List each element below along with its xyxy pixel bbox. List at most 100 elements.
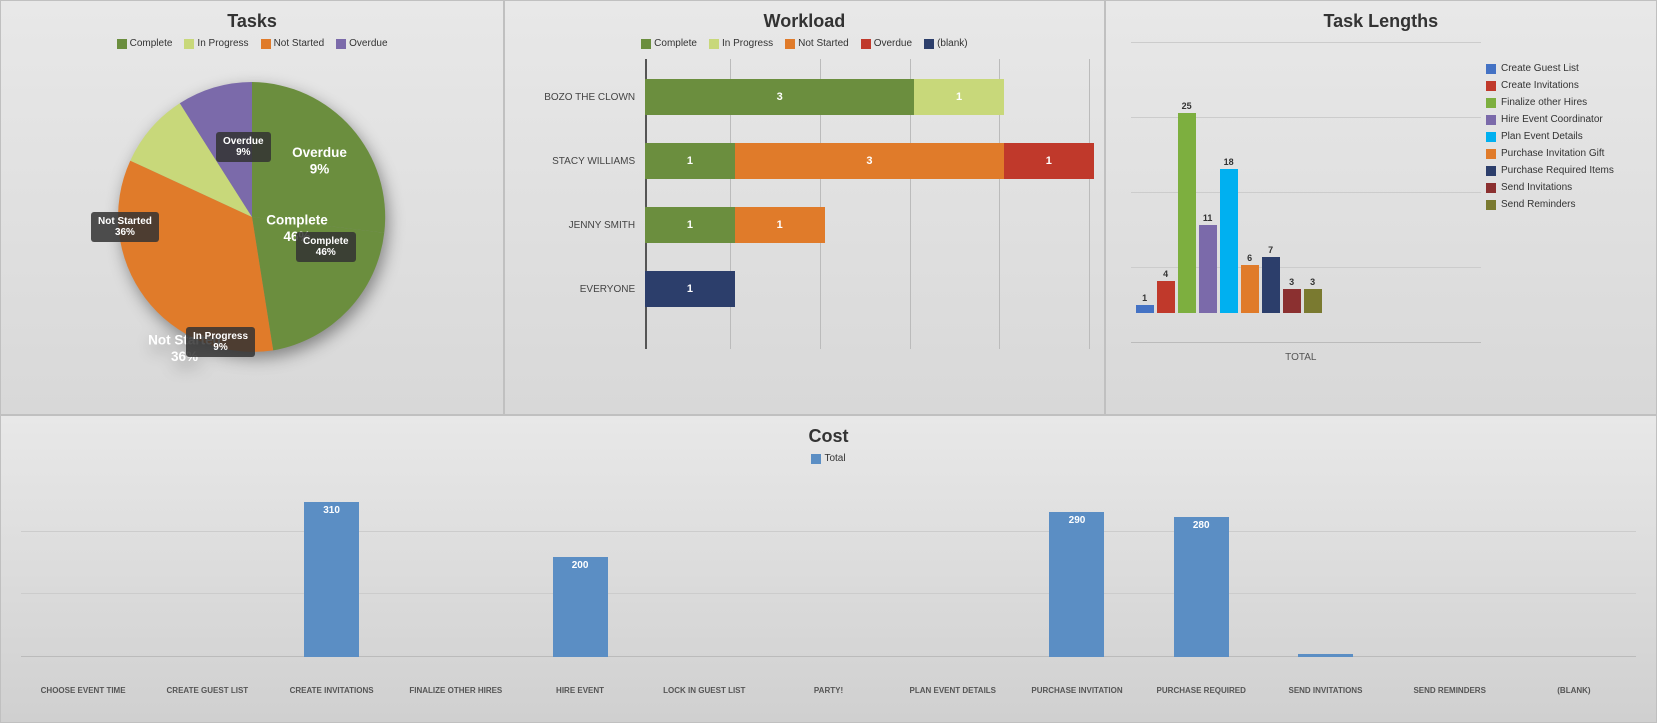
cost-xlabel-send-inv: SEND INVITATIONS xyxy=(1263,686,1387,695)
inprogress-pct: 9% xyxy=(193,342,248,353)
cost-xlabel-finalize: FINALIZE OTHER HIRES xyxy=(394,686,518,695)
tl-label-send-remind: Send Reminders xyxy=(1501,199,1575,210)
workload-legend: Complete In Progress Not Started Overdue… xyxy=(515,38,1094,49)
wl-inprogress: In Progress xyxy=(709,38,773,49)
wl-complete-color xyxy=(641,39,651,49)
tl-label-create-guest: Create Guest List xyxy=(1501,63,1579,74)
bar-create-invitations: 4 xyxy=(1157,269,1175,313)
label-complete: Complete xyxy=(266,213,328,228)
top-row: Tasks Complete In Progress Not Started O… xyxy=(0,0,1657,415)
legend-notstarted-label: Not Started xyxy=(274,38,325,49)
bar-plan-event: 18 xyxy=(1220,157,1238,313)
tl-legend-send-invite: Send Invitations xyxy=(1486,182,1636,193)
label-jenny: JENNY SMITH xyxy=(515,220,645,231)
label-overdue-pct: 9% xyxy=(310,162,330,177)
cost-xlabel-choose: CHOOSE EVENT TIME xyxy=(21,686,145,695)
pie-container: Complete 46% Not Started 36% In Progress… xyxy=(11,57,493,377)
workload-row-jenny: JENNY SMITH 1 1 xyxy=(515,207,1094,243)
cost-xlabel-lock: LOCK IN GUEST LIST xyxy=(642,686,766,695)
bars-everyone: 1 xyxy=(645,271,1094,307)
cost-grid-2 xyxy=(21,531,1636,532)
workload-row-stacy: STACY WILLIAMS 1 3 1 xyxy=(515,143,1094,179)
bar-send-invitations: 3 xyxy=(1283,277,1301,313)
bar-jenny-complete: 1 xyxy=(645,207,735,243)
bars-stacy: 1 3 1 xyxy=(645,143,1094,179)
bar-hire-event: 11 xyxy=(1199,213,1217,313)
bar-purchase-invite-rect xyxy=(1241,265,1259,313)
wl-inprogress-color xyxy=(709,39,719,49)
cost-xlabel-send-rem: SEND REMINDERS xyxy=(1388,686,1512,695)
tl-color-send-invite xyxy=(1486,183,1496,193)
bar-finalize-hires-rect xyxy=(1178,113,1196,313)
bar-create-invitations-rect xyxy=(1157,281,1175,313)
legend-complete-label: Complete xyxy=(130,38,173,49)
cost-bar-purchase-inv: 290 xyxy=(1015,512,1139,657)
cost-bar-purchase-req-rect: 280 xyxy=(1174,517,1229,657)
tl-label-hire: Hire Event Coordinator xyxy=(1501,114,1603,125)
wl-overdue-color xyxy=(861,39,871,49)
tl-label-send-invite: Send Invitations xyxy=(1501,182,1572,193)
dashboard: Tasks Complete In Progress Not Started O… xyxy=(0,0,1657,723)
task-lengths-title: Task Lengths xyxy=(1116,11,1646,32)
tl-color-plan xyxy=(1486,132,1496,142)
workload-panel: Workload Complete In Progress Not Starte… xyxy=(504,0,1105,415)
cost-bar-send-inv-rect xyxy=(1298,654,1353,657)
label-everyone: EVERYONE xyxy=(515,284,645,295)
bar-purchase-required-rect xyxy=(1262,257,1280,313)
cost-bar-hire: 200 xyxy=(518,557,642,657)
task-lengths-chart: 1 4 25 xyxy=(1116,38,1646,378)
task-lengths-legend: Create Guest List Create Invitations Fin… xyxy=(1481,43,1641,373)
bar-send-reminders-rect xyxy=(1304,289,1322,313)
bar-stacy-overdue: 1 xyxy=(1004,143,1094,179)
label-stacy: STACY WILLIAMS xyxy=(515,156,645,167)
bar-finalize-hires: 25 xyxy=(1178,101,1196,313)
tl-legend-purchase-invite: Purchase Invitation Gift xyxy=(1486,148,1636,159)
bar-purchase-required: 7 xyxy=(1262,245,1280,313)
complete-pct: 46% xyxy=(303,247,349,258)
cost-legend: Total xyxy=(21,453,1636,464)
pie-label-notstarted: Not Started 36% xyxy=(91,212,159,242)
cost-bar-purchase-inv-rect: 290 xyxy=(1049,512,1104,657)
tl-legend-plan: Plan Event Details xyxy=(1486,131,1636,142)
legend-inprogress: In Progress xyxy=(184,38,248,49)
cost-xlabel-blank: (BLANK) xyxy=(1512,686,1636,695)
tasks-panel: Tasks Complete In Progress Not Started O… xyxy=(0,0,504,415)
wl-complete-label: Complete xyxy=(654,38,697,49)
pie-label-inprogress: In Progress 9% xyxy=(186,327,255,357)
wl-inprogress-label: In Progress xyxy=(722,38,773,49)
wl-blank-color xyxy=(924,39,934,49)
cost-grid-0 xyxy=(21,656,1636,657)
legend-overdue-label: Overdue xyxy=(349,38,387,49)
bar-chart-area: 1 4 25 xyxy=(1121,43,1481,373)
tl-legend-send-remind: Send Reminders xyxy=(1486,199,1636,210)
tl-legend-hire: Hire Event Coordinator xyxy=(1486,114,1636,125)
cost-bars-container: 310 200 xyxy=(21,472,1636,682)
cost-bar-send-inv xyxy=(1263,654,1387,657)
cost-bar-create-inv-rect: 310 xyxy=(304,502,359,657)
bar-create-guest-list-rect xyxy=(1136,305,1154,313)
bars-jenny: 1 1 xyxy=(645,207,1094,243)
notstarted-pct: 36% xyxy=(98,227,152,238)
wl-overdue: Overdue xyxy=(861,38,912,49)
tl-color-send-remind xyxy=(1486,200,1496,210)
tl-color-hire xyxy=(1486,115,1496,125)
task-lengths-panel: Task Lengths 1 xyxy=(1105,0,1657,415)
cost-val-hire: 200 xyxy=(572,560,589,571)
pie-label-complete: Complete 46% xyxy=(296,232,356,262)
bar-bozo-complete: 3 xyxy=(645,79,914,115)
tl-legend-finalize: Finalize other Hires xyxy=(1486,97,1636,108)
tasks-legend: Complete In Progress Not Started Overdue xyxy=(11,38,493,49)
wl-blank: (blank) xyxy=(924,38,968,49)
cost-val-create-inv: 310 xyxy=(323,505,340,516)
cost-xlabel-party: PARTY! xyxy=(766,686,890,695)
bar-purchase-invite: 6 xyxy=(1241,253,1259,313)
wl-complete: Complete xyxy=(641,38,697,49)
bar-everyone-blank: 1 xyxy=(645,271,735,307)
overdue-color xyxy=(336,39,346,49)
tl-x-label: TOTAL xyxy=(1121,352,1481,363)
wl-blank-label: (blank) xyxy=(937,38,968,49)
cost-legend-total: Total xyxy=(811,453,845,464)
cost-xlabel-purchase-inv: PURCHASE INVITATION xyxy=(1015,686,1139,695)
workload-row-bozo: BOZO THE CLOWN 3 1 xyxy=(515,79,1094,115)
bar-create-guest-list: 1 xyxy=(1136,293,1154,313)
